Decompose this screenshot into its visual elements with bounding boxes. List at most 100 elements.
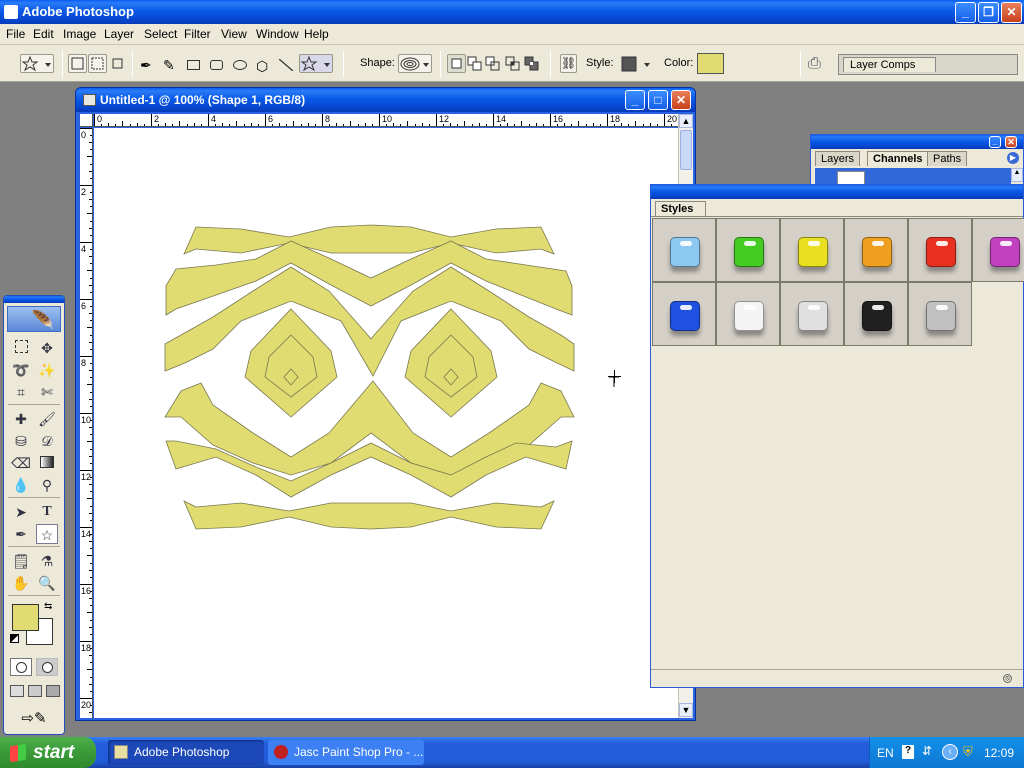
menu-window[interactable]: Window bbox=[256, 27, 299, 41]
toolbox-title-bar[interactable] bbox=[4, 296, 64, 303]
magic-wand-tool-icon[interactable]: ✨ bbox=[36, 360, 58, 380]
menu-help[interactable]: Help bbox=[304, 27, 329, 41]
rounded-rectangle-icon[interactable] bbox=[210, 60, 223, 70]
zoom-tool-icon[interactable]: 🔍 bbox=[36, 573, 58, 593]
lasso-tool-icon[interactable]: ➰ bbox=[10, 360, 32, 380]
task-adobe-photoshop[interactable]: Adobe Photoshop bbox=[108, 740, 264, 765]
full-screen-menu-mode-button[interactable] bbox=[28, 685, 42, 697]
style-swatch-red[interactable] bbox=[908, 218, 972, 282]
jump-to-imageready-icon[interactable]: ⇨✎ bbox=[10, 709, 58, 729]
image-canvas[interactable] bbox=[94, 128, 678, 718]
full-screen-mode-button[interactable] bbox=[46, 685, 60, 697]
move-tool-icon[interactable]: ✥ bbox=[36, 338, 58, 358]
tab-layers[interactable]: Layers bbox=[815, 151, 861, 166]
link-layer-button[interactable]: ⛓ bbox=[560, 54, 577, 73]
clone-stamp-tool-icon[interactable]: ⛁ bbox=[10, 431, 32, 451]
start-button[interactable]: start bbox=[0, 737, 96, 768]
marquee-tool-icon[interactable] bbox=[10, 338, 32, 358]
style-swatch-silver[interactable] bbox=[780, 282, 844, 346]
custom-shape-tool-icon[interactable]: ☆ bbox=[36, 524, 58, 544]
pen-tool-icon[interactable]: ✒ bbox=[10, 524, 32, 544]
doc-close-button[interactable]: ✕ bbox=[671, 90, 691, 110]
standard-mode-button[interactable] bbox=[10, 658, 32, 676]
menu-select[interactable]: Select bbox=[144, 27, 177, 41]
intersect-shape-areas-button[interactable] bbox=[503, 54, 522, 73]
gradient-tool-icon[interactable] bbox=[36, 453, 58, 473]
history-brush-tool-icon[interactable]: 𝒟 bbox=[36, 431, 58, 451]
create-new-shape-area-button[interactable] bbox=[447, 54, 466, 73]
security-alert-icon[interactable]: ⛨ bbox=[963, 744, 973, 760]
swap-colors-icon[interactable]: ⇆ bbox=[44, 601, 52, 612]
doc-maximize-button[interactable]: □ bbox=[648, 90, 668, 110]
pen-icon[interactable]: ✒ bbox=[140, 57, 152, 74]
quick-mask-mode-button[interactable] bbox=[36, 658, 58, 676]
brush-tool-icon[interactable]: 🖌 bbox=[36, 409, 58, 429]
blur-tool-icon[interactable]: 💧 bbox=[10, 475, 32, 495]
show-hidden-icons-button[interactable]: ‹ bbox=[942, 744, 958, 760]
style-swatch-green[interactable] bbox=[716, 218, 780, 282]
shape-layers-button[interactable] bbox=[68, 54, 87, 73]
layers-palette-close-button[interactable]: ✕ bbox=[1005, 136, 1017, 148]
menu-layer[interactable]: Layer bbox=[104, 27, 134, 41]
style-swatch-blue[interactable] bbox=[652, 282, 716, 346]
ellipse-icon[interactable] bbox=[233, 60, 247, 70]
polygon-icon[interactable]: ⬡ bbox=[256, 58, 268, 75]
style-swatch-orange[interactable] bbox=[844, 218, 908, 282]
rectangle-icon[interactable] bbox=[187, 60, 200, 70]
foreground-color-swatch[interactable] bbox=[12, 604, 39, 631]
network-icon[interactable]: ⇵ bbox=[922, 744, 932, 758]
horizontal-ruler[interactable]: 0 2 4 6 8 10 12 14 16 18 20 bbox=[94, 114, 692, 127]
paths-button[interactable] bbox=[88, 54, 107, 73]
minimize-button[interactable]: _ bbox=[955, 2, 976, 23]
menu-image[interactable]: Image bbox=[63, 27, 96, 41]
scroll-up-button[interactable]: ▲ bbox=[679, 114, 693, 128]
healing-brush-tool-icon[interactable]: ✚ bbox=[10, 409, 32, 429]
eyedropper-tool-icon[interactable]: ⚗ bbox=[36, 551, 58, 571]
hand-tool-icon[interactable]: ✋ bbox=[10, 573, 32, 593]
line-icon[interactable] bbox=[279, 59, 293, 71]
delete-style-icon[interactable]: ⦸ bbox=[1003, 674, 1012, 683]
color-swatch[interactable] bbox=[697, 53, 724, 74]
shape-picker[interactable] bbox=[398, 54, 432, 73]
channels-scroll-up[interactable]: ▲ bbox=[1011, 168, 1023, 182]
vertical-ruler[interactable]: 0 2 4 6 8 10 12 14 16 18 20 bbox=[80, 128, 93, 718]
layers-palette-title-bar[interactable]: _ ✕ bbox=[811, 135, 1023, 149]
style-swatch-purple[interactable] bbox=[972, 218, 1024, 282]
type-tool-icon[interactable]: T bbox=[36, 502, 58, 522]
clock[interactable]: 12:09 bbox=[984, 746, 1014, 760]
style-picker[interactable] bbox=[619, 54, 653, 73]
exclude-overlapping-button[interactable] bbox=[522, 54, 541, 73]
palette-menu-arrow-icon[interactable]: ▶ bbox=[1007, 152, 1019, 164]
style-swatch-yellow[interactable] bbox=[780, 218, 844, 282]
slice-tool-icon[interactable]: ✄ bbox=[36, 382, 58, 402]
style-swatch-black[interactable] bbox=[844, 282, 908, 346]
style-swatch-white[interactable] bbox=[716, 282, 780, 346]
adobe-online-feather-icon[interactable]: 🪶 bbox=[7, 306, 61, 332]
ruler-origin[interactable] bbox=[80, 114, 93, 127]
styles-palette-title-bar[interactable] bbox=[651, 185, 1023, 199]
standard-screen-mode-button[interactable] bbox=[10, 685, 24, 697]
task-paint-shop-pro[interactable]: Jasc Paint Shop Pro - ... bbox=[268, 740, 424, 765]
language-indicator[interactable]: EN bbox=[877, 746, 894, 760]
notes-tool-icon[interactable]: 🗒 bbox=[10, 551, 32, 571]
path-selection-tool-icon[interactable]: ➤ bbox=[10, 502, 32, 522]
layers-palette-minimize-button[interactable]: _ bbox=[989, 136, 1001, 148]
tab-channels[interactable]: Channels bbox=[867, 151, 929, 166]
tab-styles[interactable]: Styles bbox=[655, 201, 707, 216]
fill-pixels-button[interactable] bbox=[108, 54, 127, 73]
custom-shape-button[interactable] bbox=[299, 54, 333, 73]
tab-paths[interactable]: Paths bbox=[927, 151, 968, 166]
palette-well-icon[interactable]: ⎙ bbox=[808, 55, 821, 73]
subtract-shape-area-button[interactable] bbox=[483, 54, 502, 73]
add-to-shape-area-button[interactable] bbox=[465, 54, 484, 73]
eraser-tool-icon[interactable]: ⌫ bbox=[10, 453, 32, 473]
restore-button[interactable]: ❐ bbox=[978, 2, 999, 23]
doc-minimize-button[interactable]: _ bbox=[625, 90, 645, 110]
scroll-down-button[interactable]: ▼ bbox=[679, 703, 693, 717]
menu-edit[interactable]: Edit bbox=[33, 27, 54, 41]
default-colors-icon[interactable] bbox=[10, 634, 19, 643]
style-swatch-light-blue[interactable] bbox=[652, 218, 716, 282]
layer-comps-well[interactable]: Layer Comps bbox=[838, 54, 1018, 75]
dodge-tool-icon[interactable]: ⚲ bbox=[36, 475, 58, 495]
scroll-thumb[interactable] bbox=[680, 130, 692, 170]
